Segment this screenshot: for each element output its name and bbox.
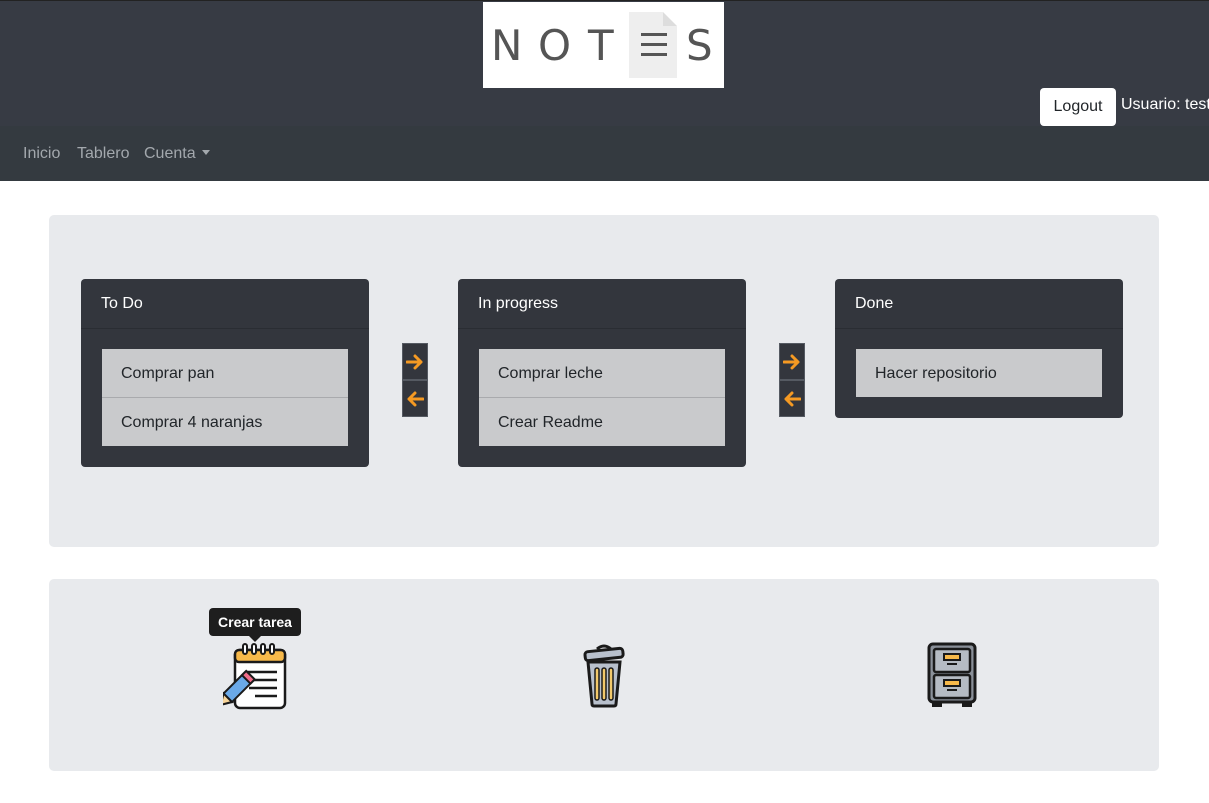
nav-cuenta-dropdown[interactable]: Cuenta (144, 145, 210, 163)
user-label: Usuario: test (1121, 96, 1209, 113)
column-title: In progress (478, 295, 559, 312)
arrow-right-icon (783, 354, 800, 369)
column-in-progress: In progress Comprar leche Crear Readme (458, 279, 746, 467)
task-card[interactable]: Hacer repositorio (856, 349, 1102, 397)
arrow-left-icon (784, 391, 801, 406)
logo-letter: S (686, 21, 713, 70)
chevron-down-icon (201, 150, 210, 155)
column-title: To Do (101, 295, 143, 312)
task-card[interactable]: Comprar pan (102, 349, 348, 398)
task-card[interactable]: Comprar 4 naranjas (102, 398, 348, 446)
column-done: Done Hacer repositorio (835, 279, 1123, 418)
archive-cabinet-icon[interactable] (927, 642, 977, 708)
move-left-button[interactable] (779, 380, 805, 417)
notes-logo: N O T S (483, 2, 724, 88)
tooltip-crear-tarea: Crear tarea (209, 608, 301, 636)
logo-letter: T (588, 21, 614, 70)
trash-icon[interactable] (582, 642, 626, 708)
column-todo: To Do Comprar pan Comprar 4 naranjas (81, 279, 369, 467)
arrow-right-icon (406, 354, 423, 369)
nav-tablero[interactable]: Tablero (77, 145, 129, 163)
logout-button[interactable]: Logout (1040, 88, 1116, 126)
nav-inicio[interactable]: Inicio (23, 145, 60, 163)
card-list: Comprar pan Comprar 4 naranjas (102, 349, 348, 446)
task-card[interactable]: Crear Readme (479, 398, 725, 446)
move-right-button[interactable] (779, 343, 805, 380)
document-icon (629, 12, 677, 78)
arrow-left-icon (407, 391, 424, 406)
nav-cuenta-label: Cuenta (144, 145, 196, 162)
logo-letter: O (538, 21, 572, 70)
create-task-icon[interactable] (223, 642, 289, 710)
task-card[interactable]: Comprar leche (479, 349, 725, 398)
logo-letter: N (491, 21, 523, 70)
column-title: Done (855, 295, 894, 312)
card-list: Comprar leche Crear Readme (479, 349, 725, 446)
card-list: Hacer repositorio (856, 349, 1102, 397)
main-navbar: Inicio Tablero Cuenta (0, 126, 1209, 181)
top-header: N O T S Logout Usuario: test (0, 0, 1209, 126)
move-right-button[interactable] (402, 343, 428, 380)
move-left-button[interactable] (402, 380, 428, 417)
